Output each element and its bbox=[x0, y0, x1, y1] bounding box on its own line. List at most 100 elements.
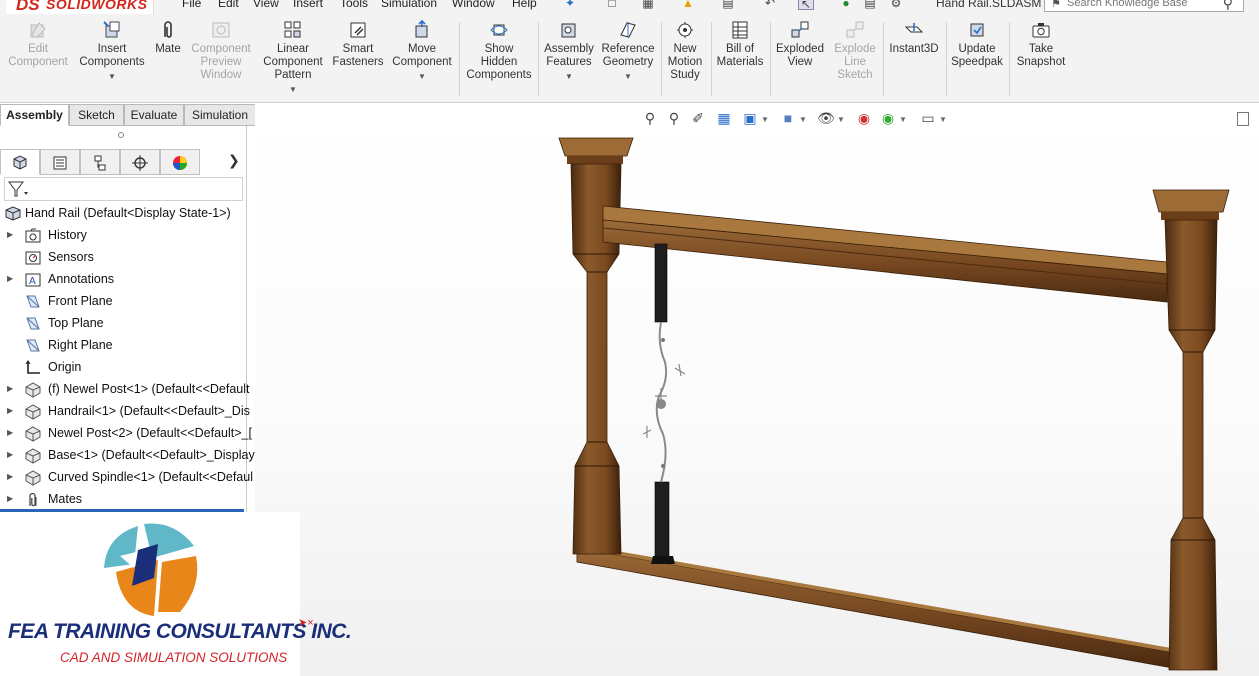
linear-component-pattern-button[interactable]: Linear Component Pattern ▼ bbox=[258, 14, 328, 103]
mate-button[interactable]: Mate bbox=[150, 14, 186, 103]
pin-icon[interactable]: ✦ bbox=[562, 0, 578, 10]
tree-item[interactable]: ▶ Mates bbox=[0, 488, 255, 510]
move-component-button[interactable]: Move Component ▼ bbox=[388, 14, 456, 103]
print-icon[interactable]: ▤ bbox=[720, 0, 736, 10]
display-manager-tab[interactable] bbox=[160, 149, 200, 175]
property-manager-tab[interactable] bbox=[40, 149, 80, 175]
expand-arrow-icon[interactable]: ▶ bbox=[7, 268, 13, 290]
graphics-area[interactable]: ⚲ ⚲ ✐ ▦ ▣ ▼ ■ ▼ 👁 ▼ ◉ ◉ ▼ ▭ ▼ bbox=[255, 104, 1259, 676]
tree-item[interactable]: ▶ Newel Post<2> (Default<<Default>_[ bbox=[0, 422, 255, 444]
part-icon bbox=[25, 426, 41, 442]
tree-item[interactable]: ▶ (f) Newel Post<1> (Default<<Default bbox=[0, 378, 255, 400]
tree-item[interactable]: Top Plane bbox=[0, 312, 255, 334]
instant3d-button[interactable]: Instant3D bbox=[885, 14, 943, 103]
tree-item[interactable]: ▶ Handrail<1> (Default<<Default>_Dis bbox=[0, 400, 255, 422]
insert-components-button[interactable]: Insert Components ▼ bbox=[76, 14, 148, 103]
close-watermark-icon[interactable]: ➤× bbox=[298, 616, 314, 629]
file-properties-icon[interactable]: ▤ bbox=[862, 0, 878, 10]
bill-of-materials-button[interactable]: Bill of Materials bbox=[714, 14, 766, 103]
chevron-right-icon[interactable]: ❯ bbox=[228, 152, 240, 169]
chevron-down-icon[interactable]: ▼ bbox=[598, 70, 658, 83]
part-icon bbox=[25, 448, 41, 464]
property-list-icon bbox=[53, 156, 67, 170]
tab-sketch[interactable]: Sketch bbox=[69, 104, 124, 126]
hand-rail-3d-model[interactable] bbox=[255, 104, 1259, 676]
show-hidden-components-button[interactable]: Show Hidden Components bbox=[462, 14, 536, 103]
handrail[interactable] bbox=[602, 205, 1168, 303]
smart-fasteners-button[interactable]: Smart Fasteners bbox=[330, 14, 386, 103]
solidworks-logo[interactable]: DS SOLIDWORKS bbox=[6, 0, 154, 14]
expand-arrow-icon[interactable]: ▶ bbox=[7, 466, 13, 488]
expand-arrow-icon[interactable]: ▶ bbox=[7, 378, 13, 400]
new-motion-study-button[interactable]: New Motion Study bbox=[662, 14, 708, 103]
explode-line-sketch-button[interactable]: Explode Line Sketch bbox=[830, 14, 880, 103]
chevron-down-icon[interactable]: ▼ bbox=[541, 70, 597, 83]
menu-simulation[interactable]: Simulation bbox=[381, 0, 437, 10]
search-icon[interactable]: ⚲ bbox=[1223, 0, 1233, 12]
tree-item[interactable]: ▶ A Annotations bbox=[0, 268, 255, 290]
tree-item[interactable]: Origin bbox=[0, 356, 255, 378]
edit-component-button[interactable]: Edit Component bbox=[6, 14, 70, 103]
menu-window[interactable]: Window bbox=[452, 0, 495, 10]
chevron-down-icon[interactable]: ▼ bbox=[388, 70, 456, 83]
curved-spindle[interactable] bbox=[642, 243, 686, 564]
reference-geometry-button[interactable]: Reference Geometry ▼ bbox=[598, 14, 658, 103]
menu-view[interactable]: View bbox=[253, 0, 279, 10]
tab-assembly[interactable]: Assembly bbox=[0, 104, 69, 126]
menu-file[interactable]: File bbox=[182, 0, 201, 10]
menu-edit[interactable]: Edit bbox=[218, 0, 239, 10]
knowledge-base-search[interactable]: ⚑ ⚲ bbox=[1044, 0, 1244, 12]
update-speedpak-button[interactable]: Update Speedpak bbox=[948, 14, 1006, 103]
assembly-features-button[interactable]: Assembly Features ▼ bbox=[541, 14, 597, 103]
toolbar-separator bbox=[946, 22, 947, 96]
dimxpert-manager-tab[interactable] bbox=[120, 149, 160, 175]
tree-root-label: Hand Rail (Default<Display State-1>) bbox=[25, 206, 231, 220]
component-preview-window-button[interactable]: Component Preview Window bbox=[188, 14, 254, 103]
menu-insert[interactable]: Insert bbox=[293, 0, 323, 10]
traffic-light-icon[interactable]: ● bbox=[838, 0, 854, 10]
expand-arrow-icon[interactable]: ▶ bbox=[7, 488, 13, 510]
tree-item[interactable]: Front Plane bbox=[0, 290, 255, 312]
take-snapshot-button[interactable]: Take Snapshot bbox=[1012, 14, 1070, 103]
configuration-manager-tab[interactable] bbox=[80, 149, 120, 175]
open-icon[interactable]: ▦ bbox=[640, 0, 656, 10]
move-component-icon bbox=[415, 19, 428, 38]
new-document-icon[interactable]: □ bbox=[604, 0, 620, 10]
tree-item[interactable]: ▶ Curved Spindle<1> (Default<<Defaul bbox=[0, 466, 255, 488]
tree-item[interactable]: ▶ Base<1> (Default<<Default>_Display bbox=[0, 444, 255, 466]
tab-simulation[interactable]: Simulation bbox=[184, 104, 256, 126]
tree-item[interactable]: Sensors bbox=[0, 246, 255, 268]
tree-item-label: Top Plane bbox=[48, 316, 104, 330]
panel-grip-handle[interactable] bbox=[118, 132, 124, 138]
menu-tools[interactable]: Tools bbox=[340, 0, 368, 10]
tree-item-label: Curved Spindle<1> (Default<<Defaul bbox=[48, 470, 253, 484]
newel-post-left[interactable] bbox=[558, 137, 634, 555]
bom-table-icon bbox=[732, 21, 748, 39]
undo-icon[interactable]: ↶ bbox=[762, 0, 778, 10]
assembly-features-icon bbox=[561, 23, 576, 38]
color-wheel-icon bbox=[173, 156, 187, 170]
base-rail[interactable] bbox=[576, 547, 1174, 669]
expand-arrow-icon[interactable]: ▶ bbox=[7, 224, 13, 246]
chevron-down-icon[interactable]: ▼ bbox=[76, 70, 148, 83]
tree-root-assembly[interactable]: Hand Rail (Default<Display State-1>) bbox=[0, 202, 255, 224]
crosshair-icon bbox=[132, 155, 148, 171]
menu-help[interactable]: Help bbox=[512, 0, 537, 10]
exploded-view-button[interactable]: Exploded View bbox=[772, 14, 828, 103]
tree-filter[interactable] bbox=[4, 177, 243, 201]
search-input[interactable] bbox=[1067, 0, 1217, 9]
rebuild-icon[interactable]: ▲ bbox=[680, 0, 696, 10]
part-icon bbox=[25, 404, 41, 420]
expand-arrow-icon[interactable]: ▶ bbox=[7, 422, 13, 444]
show-hidden-label: Show Hidden Components bbox=[466, 43, 532, 81]
origin-icon bbox=[25, 360, 40, 374]
select-icon[interactable]: ↖ bbox=[798, 0, 814, 11]
chevron-down-icon[interactable]: ▼ bbox=[258, 83, 328, 96]
options-gear-icon[interactable]: ⚙ bbox=[888, 0, 904, 10]
expand-arrow-icon[interactable]: ▶ bbox=[7, 400, 13, 422]
tab-evaluate[interactable]: Evaluate bbox=[124, 104, 184, 126]
tree-item[interactable]: ▶ History bbox=[0, 224, 255, 246]
feature-manager-tab[interactable] bbox=[0, 149, 40, 175]
tree-item[interactable]: Right Plane bbox=[0, 334, 255, 356]
expand-arrow-icon[interactable]: ▶ bbox=[7, 444, 13, 466]
